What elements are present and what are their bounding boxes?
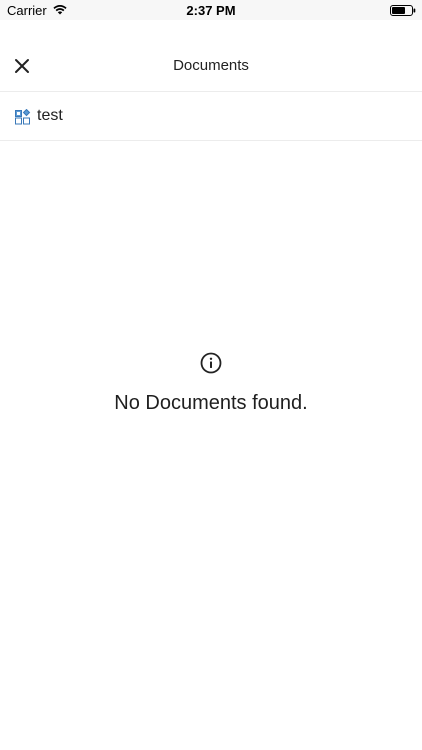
list-item-folder[interactable]: test (0, 92, 422, 141)
folder-grid-icon (15, 109, 31, 125)
battery-icon (390, 5, 416, 16)
folder-label: test (37, 107, 63, 124)
info-icon (200, 352, 222, 374)
status-time: 2:37 PM (186, 3, 236, 18)
header-bar: Documents (0, 20, 422, 92)
empty-state-message: No Documents found. (114, 392, 308, 414)
empty-state: No Documents found. (0, 352, 422, 415)
status-bar: Carrier 2:37 PM (0, 0, 422, 20)
page-title: Documents (173, 57, 249, 74)
